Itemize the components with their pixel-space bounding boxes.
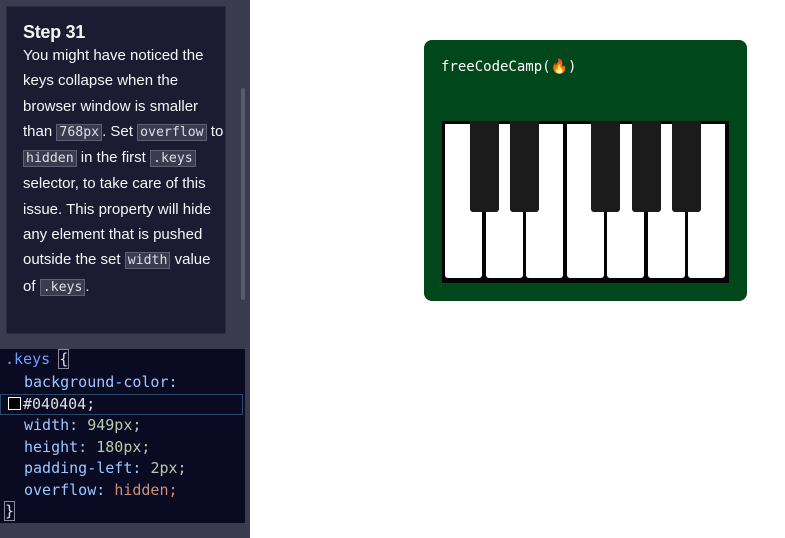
- left-panel: Step 31 You might have noticed the keys …: [0, 0, 250, 538]
- editor-bottom-bar: [0, 523, 250, 538]
- editor-line[interactable]: height: 180px;: [24, 437, 150, 458]
- instructions-panel: Step 31 You might have noticed the keys …: [6, 6, 226, 334]
- inline-code: overflow: [137, 123, 207, 141]
- freecodecamp-logo: freeCodeCamp(🔥): [441, 59, 577, 75]
- instructions-scrollbar[interactable]: [241, 88, 245, 300]
- open-brace: {: [58, 349, 70, 369]
- black-key: [469, 121, 499, 212]
- inline-code: hidden: [23, 150, 77, 168]
- step-description: You might have noticed the keys collapse…: [23, 47, 224, 296]
- editor-line[interactable]: width: 949px;: [24, 415, 141, 436]
- inline-code: 768px: [56, 123, 103, 141]
- piano-keys: [442, 121, 729, 283]
- inline-code: .keys: [150, 150, 196, 168]
- close-brace: }: [3, 501, 16, 521]
- black-key: [672, 121, 701, 212]
- editor-line[interactable]: .keys {: [5, 349, 70, 370]
- inline-code: .keys: [39, 278, 86, 296]
- black-key: [591, 121, 620, 212]
- black-key: [631, 121, 661, 212]
- inline-code: width: [124, 252, 171, 270]
- black-key: [510, 121, 539, 212]
- color-swatch[interactable]: [8, 397, 21, 410]
- editor-line[interactable]: }: [3, 501, 16, 522]
- piano-preview: freeCodeCamp(🔥): [424, 40, 747, 301]
- editor-line[interactable]: overflow: hidden;: [24, 480, 178, 501]
- editor-line[interactable]: padding-left: 2px;: [24, 458, 187, 479]
- step-title: Step 31: [23, 22, 85, 42]
- code-editor[interactable]: .keys { background-color: #040404; width…: [0, 349, 245, 523]
- editor-line[interactable]: background-color:: [24, 372, 178, 393]
- editor-line[interactable]: #040404;: [8, 394, 95, 415]
